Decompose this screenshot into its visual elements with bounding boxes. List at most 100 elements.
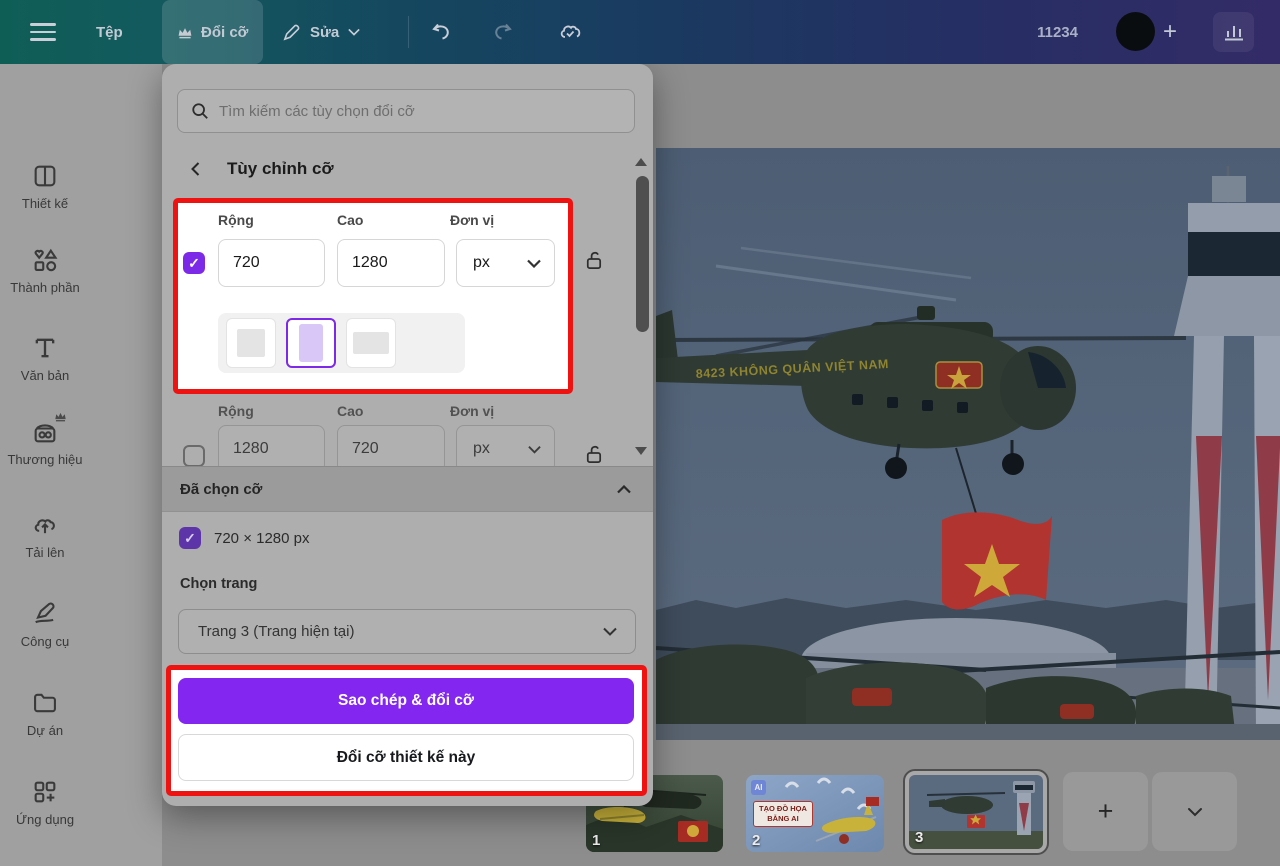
redo-icon: [492, 21, 514, 43]
top-bar: Tệp Đổi cỡ Sửa 11234: [0, 0, 1280, 64]
ratio-option-square[interactable]: [226, 318, 276, 368]
check-icon: ✓: [184, 530, 196, 547]
canva-editor: 8423 KHÔNG QUÂN VIỆT NAM: [0, 0, 1280, 866]
page-thumbnail-3-selected[interactable]: 3: [903, 769, 1049, 855]
crown-icon: [177, 26, 193, 39]
chevron-up-icon: [617, 485, 631, 494]
choose-page-label: Chọn trang: [180, 576, 257, 592]
toolbar-divider: [408, 16, 409, 48]
unit-select-value: px: [473, 254, 490, 272]
size-row2-checkbox[interactable]: [183, 445, 205, 467]
highlight-box-actions: Sao chép & đổi cỡ Đổi cỡ thiết kế này: [166, 665, 647, 796]
back-button[interactable]: [188, 161, 203, 182]
sidebar-item-label: Công cụ: [21, 634, 69, 649]
cloud-check-icon: [558, 21, 582, 43]
aspect-lock-1[interactable]: [583, 249, 604, 276]
page-select-dropdown[interactable]: Trang 3 (Trang hiện tại): [178, 609, 636, 654]
height-input[interactable]: [337, 239, 445, 287]
selected-size-item[interactable]: ✓ 720 × 1280 px: [179, 527, 310, 549]
sidebar-item-label: Thiết kế: [22, 196, 68, 211]
collapse-filmstrip-button[interactable]: [1152, 772, 1237, 851]
check-icon: ✓: [188, 255, 200, 272]
width-label-2: Rộng: [218, 403, 254, 419]
sidebar-item-uploads[interactable]: Tải lên: [0, 511, 90, 560]
sidebar-item-label: Ứng dụng: [16, 812, 74, 827]
sidebar-item-brand[interactable]: Thương hiệu: [0, 418, 90, 467]
add-page-button[interactable]: +: [1063, 772, 1148, 851]
unit-label-2: Đơn vị: [450, 403, 494, 419]
page-thumbnail-2[interactable]: AI TẠO ĐỒ HỌA BẰNG AI 2: [746, 775, 884, 852]
ai-badge: AI: [751, 780, 766, 795]
page1-number: 1: [592, 832, 600, 849]
ratio-option-landscape[interactable]: [346, 318, 396, 368]
chevron-down-icon: [348, 28, 360, 36]
panel-title: Tùy chỉnh cỡ: [227, 159, 334, 179]
edit-menu-button[interactable]: Sửa: [282, 0, 360, 64]
undo-button[interactable]: [430, 0, 452, 64]
page-select-value: Trang 3 (Trang hiện tại): [198, 623, 354, 640]
selected-size-label: 720 × 1280 px: [214, 530, 310, 547]
sidebar-item-apps[interactable]: Ứng dụng: [0, 778, 90, 827]
vietnam-flag: [942, 512, 1052, 609]
page3-number: 3: [915, 829, 923, 846]
resize-menu-label: Đổi cỡ: [201, 24, 248, 41]
view-counter: 11234: [1020, 0, 1078, 64]
resize-this-design-button[interactable]: Đổi cỡ thiết kế này: [178, 734, 634, 781]
design-icon: [31, 162, 59, 190]
search-input[interactable]: [219, 103, 621, 120]
sidebar-item-text[interactable]: Văn bản: [0, 334, 90, 383]
sidebar-item-projects[interactable]: Dự án: [0, 689, 90, 738]
scrollbar-down-arrow[interactable]: [635, 447, 647, 455]
square-shape-icon: [237, 329, 265, 357]
selected-sizes-title: Đã chọn cỡ: [180, 481, 262, 498]
ratio-option-portrait-selected[interactable]: [286, 318, 336, 368]
chevron-left-icon: [188, 161, 203, 177]
aspect-ratio-picker: [218, 313, 465, 373]
width-input[interactable]: [218, 239, 325, 287]
unit-select-2-value: px: [473, 440, 490, 458]
page3-preview: [909, 775, 1043, 849]
elements-icon: [31, 246, 59, 274]
size-row1-checkbox[interactable]: ✓: [183, 252, 205, 274]
unit-label: Đơn vị: [450, 212, 494, 228]
width-input-value[interactable]: [219, 240, 324, 286]
insights-button[interactable]: [1213, 12, 1254, 52]
height-label: Cao: [337, 212, 363, 228]
selected-sizes-header[interactable]: Đã chọn cỡ: [162, 466, 653, 512]
scrollbar-up-arrow[interactable]: [635, 158, 647, 166]
sidebar-item-elements[interactable]: Thành phần: [0, 246, 90, 295]
highlight-box-custom-size: Rộng Cao Đơn vị ✓ px: [173, 198, 573, 394]
brand-icon: [31, 418, 59, 446]
redo-button[interactable]: [492, 0, 514, 64]
canvas-workspace: 8423 KHÔNG QUÂN VIỆT NAM: [653, 64, 1280, 866]
sidebar-item-label: Dự án: [27, 723, 63, 738]
sidebar-item-design[interactable]: Thiết kế: [0, 162, 90, 211]
plus-icon: +: [1098, 796, 1114, 827]
landscape-shape-icon: [353, 332, 389, 354]
file-menu-button[interactable]: Tệp: [96, 0, 123, 64]
tools-icon: [31, 600, 59, 628]
search-box[interactable]: [177, 89, 635, 133]
page2-number: 2: [752, 832, 760, 849]
add-member-button[interactable]: +: [1163, 0, 1177, 64]
avatar[interactable]: [1116, 12, 1155, 51]
height-input-value[interactable]: [338, 240, 444, 286]
unit-select[interactable]: px: [456, 239, 555, 287]
plus-icon: +: [1163, 18, 1177, 46]
hamburger-menu-icon[interactable]: [30, 0, 56, 64]
sidebar-item-label: Văn bản: [21, 368, 69, 383]
chevron-down-icon: [603, 627, 617, 636]
selected-size-checkbox[interactable]: ✓: [179, 527, 201, 549]
copy-and-resize-button[interactable]: Sao chép & đổi cỡ: [178, 678, 634, 724]
resize-menu-button[interactable]: Đổi cỡ: [162, 0, 263, 64]
upload-icon: [31, 511, 59, 539]
bar-chart-icon: [1223, 22, 1245, 42]
sidebar-item-tools[interactable]: Công cụ: [0, 600, 90, 649]
scrollbar-thumb[interactable]: [636, 176, 649, 332]
page2-sign-line2: BẰNG AI: [759, 814, 807, 824]
sidebar-item-label: Tải lên: [25, 545, 64, 560]
cloud-save-status[interactable]: [558, 0, 582, 64]
sidebar-item-label: Thương hiệu: [7, 452, 82, 467]
chevron-down-icon: [527, 259, 541, 268]
width-label: Rộng: [218, 212, 254, 228]
